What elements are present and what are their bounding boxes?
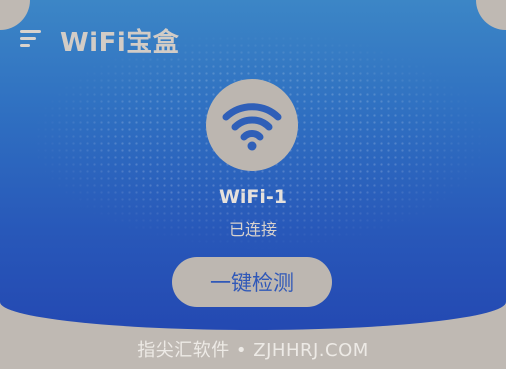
- app-title: WiFi宝盒: [60, 28, 180, 58]
- wifi-ssid: WiFi-1: [218, 186, 288, 208]
- watermark-text: 指尖汇软件 • ZJHHRJ.COM: [137, 340, 369, 361]
- wifi-status-circle[interactable]: [206, 79, 298, 171]
- connection-status: 已连接: [228, 220, 277, 239]
- menu-lines-icon[interactable]: [18, 28, 44, 50]
- menu-line: [20, 44, 30, 47]
- app-screen: WiFi宝盒 WiFi-1 已连接 一键检测 指尖汇软件 • ZJHHRJ.CO…: [0, 0, 506, 369]
- wifi-icon: [222, 103, 282, 151]
- one-click-scan-button[interactable]: 一键检测: [172, 257, 332, 307]
- menu-line: [20, 37, 36, 40]
- menu-line: [20, 30, 41, 33]
